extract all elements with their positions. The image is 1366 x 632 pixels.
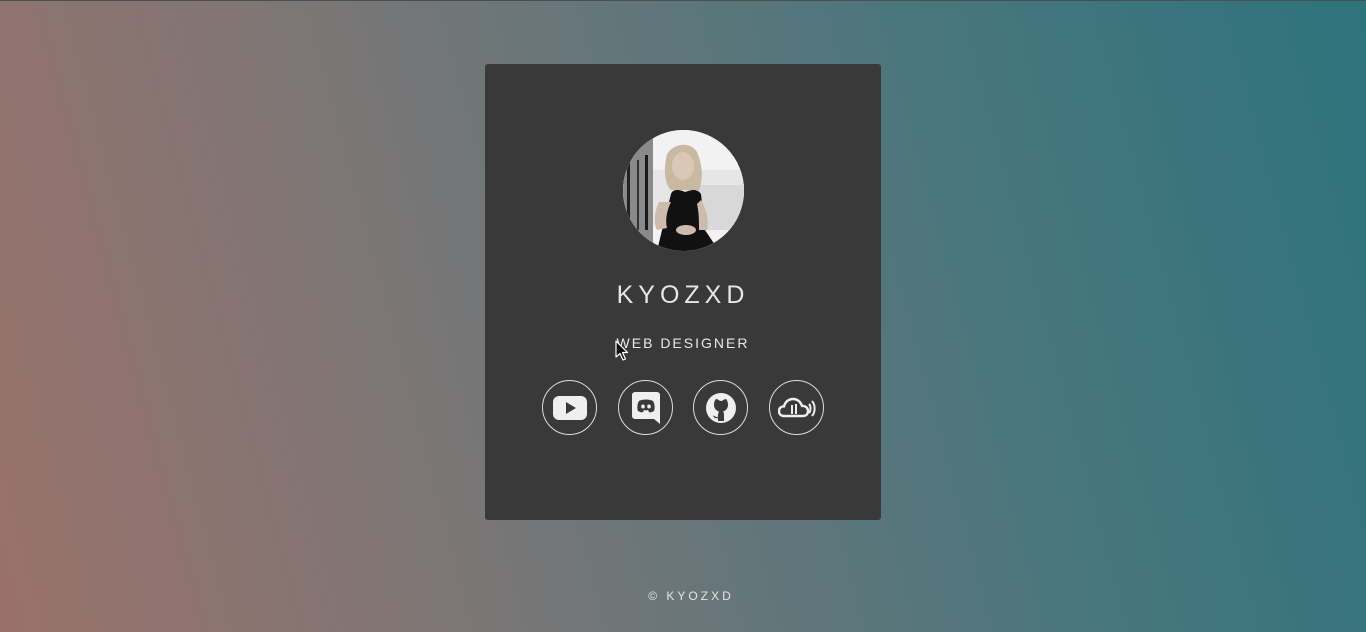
top-border-line xyxy=(0,0,1366,1)
profile-name: KYOZXD xyxy=(616,281,750,309)
github-link[interactable] xyxy=(693,380,748,435)
github-icon xyxy=(705,392,736,423)
footer-copyright: © KYOZXD xyxy=(648,589,734,603)
discord-icon xyxy=(631,391,660,424)
profile-avatar xyxy=(623,130,744,251)
mouse-cursor-icon xyxy=(615,340,629,361)
soundcloud-link[interactable] xyxy=(769,380,824,435)
discord-link[interactable] xyxy=(618,380,673,435)
youtube-link[interactable] xyxy=(542,380,597,435)
portrait-photo-icon xyxy=(623,130,744,251)
social-links xyxy=(542,380,825,436)
soundcloud-icon xyxy=(777,397,816,417)
profile-role: WEB DESIGNER xyxy=(616,335,750,351)
profile-card: KYOZXD WEB DESIGNER xyxy=(485,64,881,520)
youtube-icon xyxy=(552,395,587,420)
